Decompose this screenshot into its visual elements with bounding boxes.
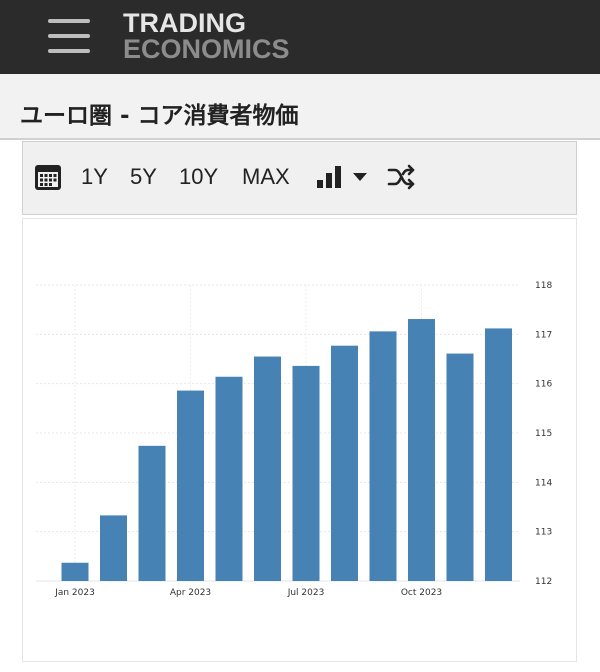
bar — [446, 353, 474, 581]
y-tick-label: 116 — [535, 380, 552, 390]
bar — [215, 376, 243, 581]
bar — [369, 331, 397, 581]
y-tick-label: 113 — [535, 528, 552, 538]
bar — [254, 356, 281, 581]
x-tick-label: Jan 2023 — [54, 588, 95, 598]
title-bar: ユーロ圏 - コア消費者物価 — [0, 74, 600, 140]
shuffle-icon[interactable] — [387, 164, 417, 190]
x-tick-label: Oct 2023 — [401, 588, 442, 598]
page-title: ユーロ圏 - コア消費者物価 — [20, 103, 299, 129]
y-tick-label: 115 — [535, 429, 552, 439]
bar — [292, 365, 320, 581]
range-10y-button[interactable]: 10Y — [179, 164, 218, 190]
chart-container: 112 113 114 115 116 117 118 Jan 2023 Apr 2023 Jul… — [22, 218, 577, 662]
top-navbar: TRADING ECONOMICS — [0, 0, 600, 74]
y-tick-label: 114 — [535, 478, 552, 488]
range-5y-button[interactable]: 5Y — [130, 164, 157, 190]
bar — [138, 445, 166, 581]
bar — [100, 515, 127, 581]
caret-down-icon[interactable] — [353, 173, 367, 182]
x-tick-label: Apr 2023 — [170, 588, 211, 598]
range-1y-button[interactable]: 1Y — [81, 164, 108, 190]
bar-chart-icon[interactable] — [316, 165, 342, 189]
range-max-button[interactable]: MAX — [242, 164, 290, 190]
bar — [331, 345, 358, 581]
bar — [61, 562, 89, 581]
logo-line-2: ECONOMICS — [123, 34, 290, 64]
chart-toolbar: 1Y 5Y 10Y MAX — [22, 141, 577, 215]
bar — [408, 319, 435, 581]
logo-line-1: TRADING — [123, 8, 246, 38]
trading-economics-logo[interactable]: TRADING ECONOMICS — [123, 10, 333, 66]
y-tick-label: 118 — [535, 281, 552, 291]
x-tick-label: Jul 2023 — [287, 588, 325, 598]
bar — [177, 390, 204, 581]
bar-chart: 112 113 114 115 116 117 118 Jan 2023 Apr 2023 Jul… — [36, 281, 552, 598]
calendar-icon[interactable] — [34, 163, 62, 191]
y-tick-label: 117 — [535, 330, 552, 340]
y-tick-label: 112 — [535, 577, 552, 587]
bar — [485, 328, 512, 581]
menu-icon[interactable] — [48, 19, 90, 53]
